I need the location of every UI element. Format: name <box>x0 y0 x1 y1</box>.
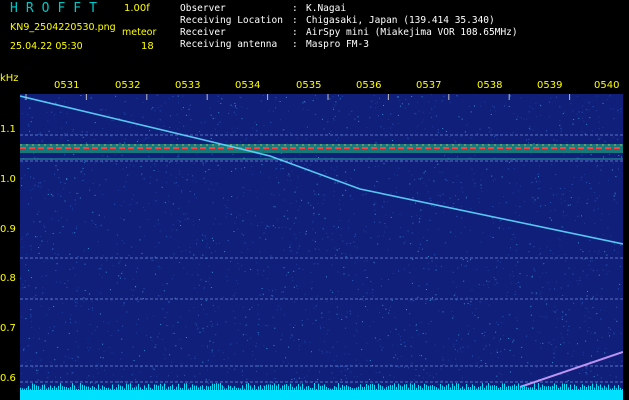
x-tick-label: 0539 <box>537 80 563 91</box>
y-tick-label: 0.9 <box>0 224 16 235</box>
x-tick-label: 0535 <box>296 80 322 91</box>
meteor-label: meteor <box>122 27 157 38</box>
meteor-count: 18 <box>141 41 154 52</box>
x-tick-label: 0534 <box>235 80 261 91</box>
info-value: Chigasaki, Japan (139.414 35.340) <box>306 15 495 26</box>
info-row-receiver: Receiver: AirSpy mini (Miakejima VOR 108.… <box>180 27 518 38</box>
info-label: Receiving antenna <box>180 39 278 50</box>
x-tick-label: 0533 <box>175 80 201 91</box>
datetime-label: 25.04.22 05:30 <box>10 41 83 52</box>
app-title: HROFFT <box>10 1 105 16</box>
x-tick-label: 0531 <box>54 80 80 91</box>
info-separator: : <box>292 15 298 26</box>
x-tick-label: 0532 <box>115 80 141 91</box>
info-label: Observer <box>180 3 226 14</box>
info-value: AirSpy mini (Miakejima VOR 108.65MHz) <box>306 27 518 38</box>
y-tick-label: 0.6 <box>0 373 16 384</box>
y-tick-label: 0.8 <box>0 273 16 284</box>
spectrogram-background <box>20 94 623 400</box>
info-row-location: Receiving Location: Chigasaki, Japan (139… <box>180 15 495 26</box>
info-label: Receiving Location <box>180 15 283 26</box>
info-separator: : <box>292 39 298 50</box>
noise-floor <box>20 390 623 400</box>
header-panel: HROFFT 1.00f KN9_2504220530.png meteor 2… <box>0 0 629 70</box>
info-row-observer: Observer: K.Nagai <box>180 3 346 14</box>
info-row-antenna: Receiving antenna: Maspro FM-3 <box>180 39 369 50</box>
version-label: 1.00f <box>124 3 150 14</box>
info-label: Receiver <box>180 27 226 38</box>
x-tick-label: 0540 <box>594 80 620 91</box>
x-tick-label: 0538 <box>477 80 503 91</box>
y-tick-label: 1.1 <box>0 124 16 135</box>
spectrogram-svg <box>20 94 623 400</box>
info-separator: : <box>292 27 298 38</box>
x-tick-label: 0537 <box>416 80 442 91</box>
filename-label: KN9_2504220530.png <box>10 22 116 33</box>
x-tick-label: 0536 <box>356 80 382 91</box>
y-axis-unit: kHz <box>0 73 19 84</box>
y-tick-label: 1.0 <box>0 174 16 185</box>
info-value: Maspro FM-3 <box>306 39 369 50</box>
spectrogram-plot <box>20 94 623 400</box>
info-value: K.Nagai <box>306 3 347 14</box>
info-separator: : <box>292 3 298 14</box>
y-tick-label: 0.7 <box>0 323 16 334</box>
